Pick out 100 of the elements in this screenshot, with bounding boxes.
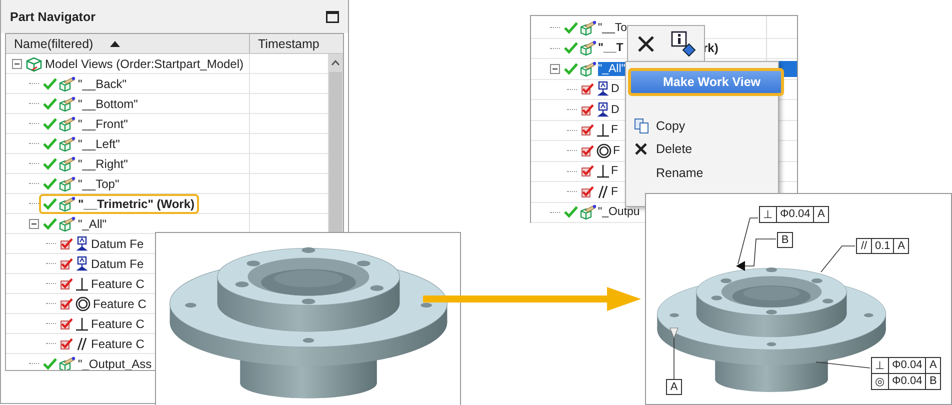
tree-item[interactable]: D xyxy=(611,82,620,96)
tree-item[interactable]: "_Output_Ass xyxy=(78,356,152,370)
perpendicular-icon xyxy=(75,276,89,292)
check-icon xyxy=(60,338,74,350)
cube-pencil-icon xyxy=(58,96,76,112)
tree-item[interactable]: "__To xyxy=(598,20,628,35)
concentric-icon xyxy=(75,296,91,312)
perpendicular-icon xyxy=(75,316,89,332)
tree-item[interactable]: Feature C xyxy=(91,316,144,330)
tree-item[interactable]: D xyxy=(611,102,620,117)
arrow-icon xyxy=(421,284,643,314)
frame-cell: Φ0.04 xyxy=(776,206,814,223)
check-icon xyxy=(564,42,578,54)
frame-cell: ◎ xyxy=(871,373,889,390)
panel-title: Part Navigator xyxy=(10,10,96,24)
check-icon xyxy=(43,358,57,370)
cube-pencil-icon xyxy=(58,176,76,192)
cube-pencil-icon xyxy=(58,196,76,212)
check-icon xyxy=(43,138,57,150)
tree-item[interactable]: "__T xyxy=(598,41,624,56)
copy-icon xyxy=(634,118,650,134)
check-icon xyxy=(60,298,74,310)
check-icon xyxy=(43,158,57,170)
check-icon xyxy=(581,104,595,116)
column-header[interactable]: Timestamp xyxy=(250,34,343,53)
parallel-icon xyxy=(75,336,89,352)
tree-item[interactable]: Feature C xyxy=(93,296,146,310)
collapse-icon[interactable] xyxy=(12,58,22,68)
tree-item[interactable]: Model Views (Order:Startpart_Model) xyxy=(45,56,244,70)
check-icon xyxy=(43,118,57,130)
tree-item[interactable]: "_All" xyxy=(598,62,626,76)
tree-item[interactable]: Feature C xyxy=(91,276,144,290)
menu-item[interactable]: Copy xyxy=(626,114,778,138)
cube-pencil-icon xyxy=(579,60,597,77)
check-icon xyxy=(581,165,595,178)
cube-pencil-icon xyxy=(579,204,597,220)
cube-pencil-icon xyxy=(58,116,76,132)
check-icon xyxy=(43,198,57,210)
info-icon[interactable] xyxy=(670,30,698,58)
datum-icon xyxy=(596,102,610,118)
tree-item[interactable]: F xyxy=(611,164,618,178)
scroll-up-icon[interactable] xyxy=(331,60,340,66)
cube-pencil-icon xyxy=(58,156,76,172)
cube-pencil-icon xyxy=(58,136,76,152)
check-icon xyxy=(564,62,578,75)
check-icon xyxy=(581,83,595,96)
frame-cell: A xyxy=(666,379,682,395)
check-icon xyxy=(564,22,578,34)
perpendicular-icon xyxy=(596,122,610,138)
tree-item[interactable]: "__Trimetric" (Work) xyxy=(78,196,195,210)
parallel-icon xyxy=(596,184,610,200)
frame-cell: Φ0.04 xyxy=(888,373,926,390)
tree-item[interactable]: F xyxy=(611,123,618,138)
tree-item[interactable]: Feature C xyxy=(91,336,144,350)
check-icon xyxy=(43,178,57,190)
tree-item[interactable]: "__Left" xyxy=(78,136,120,150)
check-icon xyxy=(60,278,74,290)
frame-cell: B xyxy=(777,232,793,248)
cube-pencil-icon xyxy=(579,20,597,36)
tree-item[interactable]: "__Back" xyxy=(78,76,127,90)
tree-item[interactable]: "__Bottom" xyxy=(78,96,138,110)
collapse-icon[interactable] xyxy=(550,64,560,74)
check-icon xyxy=(60,258,74,270)
datum-icon xyxy=(596,81,610,98)
maximize-icon[interactable] xyxy=(326,10,339,22)
frame-cell: ⊥ xyxy=(759,206,777,223)
check-icon xyxy=(60,318,74,330)
tree-item[interactable]: "__Front" xyxy=(78,116,128,130)
tree-item[interactable]: "_Outpu xyxy=(598,205,640,220)
cube-icon xyxy=(26,56,43,72)
menu-item[interactable]: Rename xyxy=(626,161,778,184)
check-icon xyxy=(581,144,595,157)
tree-item[interactable]: "__Top" xyxy=(78,176,120,190)
scrollbar[interactable] xyxy=(328,54,343,232)
tree-item[interactable]: "__Right" xyxy=(78,156,128,170)
frame-cell: A xyxy=(813,206,830,223)
tree-item[interactable]: F xyxy=(611,184,618,199)
cube-pencil-icon xyxy=(58,216,76,232)
frame-cell: B xyxy=(925,373,942,390)
cube-pencil-icon xyxy=(58,356,76,370)
column-header[interactable]: Name(filtered) xyxy=(6,34,250,53)
check-icon xyxy=(581,186,595,198)
datum-icon xyxy=(75,236,89,252)
cube-pencil-icon xyxy=(579,40,597,56)
perpendicular-icon xyxy=(596,163,610,180)
cube-pencil-icon xyxy=(58,76,76,92)
tree-item[interactable]: "_All" xyxy=(78,216,107,230)
delete-icon xyxy=(634,142,648,156)
leader-line xyxy=(820,246,856,272)
tree-item[interactable]: F xyxy=(613,144,620,158)
check-icon xyxy=(564,206,578,218)
frame-cell: 0.1 xyxy=(871,238,894,254)
menu-item[interactable]: Delete xyxy=(626,138,778,161)
check-icon xyxy=(43,98,57,110)
concentric-icon xyxy=(596,142,612,159)
check-icon xyxy=(60,238,74,250)
tree-item[interactable]: Datum Fe xyxy=(91,256,144,270)
tree-item[interactable]: Datum Fe xyxy=(91,236,144,250)
collapse-icon[interactable] xyxy=(29,218,39,228)
frame-cell: A xyxy=(925,357,942,374)
